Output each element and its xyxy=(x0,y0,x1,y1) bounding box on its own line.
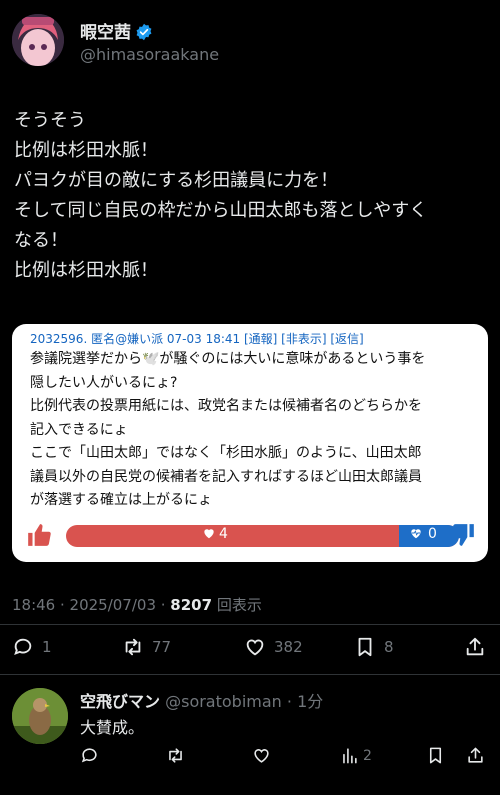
card-line: 記入できるにょ xyxy=(30,421,128,438)
card-dislike-count: 0 xyxy=(408,526,437,542)
bookmark-icon xyxy=(358,637,372,657)
reply-views-count: 2 xyxy=(363,747,372,764)
reply-views-button[interactable]: 2 xyxy=(340,746,372,765)
verified-badge-icon xyxy=(135,23,153,41)
bookmark-count: 8 xyxy=(384,638,394,656)
tweet-line: そして同じ自民の枠だから山田太郎も落としやすく xyxy=(14,200,428,221)
reply-share-button[interactable] xyxy=(466,746,493,765)
card-line: 参議院選挙だから🕊️が騒ぐのには大いに意味があるという事を xyxy=(30,351,426,367)
author-display-name[interactable]: 暇空茜 xyxy=(80,23,131,43)
card-line: ここで「山田太郎」ではなく「杉田水脈」のように、山田太郎 xyxy=(30,445,422,461)
divider xyxy=(0,674,500,675)
tweet-line: なる！ xyxy=(14,230,68,251)
card-like-count: 4 xyxy=(202,526,228,542)
card-post-meta: 2032596. 匿名@嫌い派 07-03 18:41 [通報] [非表示] [… xyxy=(30,332,364,346)
timestamp-time: 18:46 · 2025/07/03 · xyxy=(12,596,171,614)
views-count: 8207 xyxy=(170,596,213,614)
attached-image-card[interactable]: 2032596. 匿名@嫌い派 07-03 18:41 [通報] [非表示] [… xyxy=(12,324,488,562)
card-line: 議員以外の自民党の候補者を記入すればするほど山田太郎議員 xyxy=(30,468,422,485)
reply-text: 大賛成。 xyxy=(80,718,145,737)
reply-button[interactable]: 1 xyxy=(12,636,52,658)
card-like-value: 4 xyxy=(219,526,228,542)
reply-bookmark-button[interactable] xyxy=(426,746,453,765)
card-post-body: 参議院選挙だから🕊️が騒ぐのには大いに意味があるという事を 隠したい人がいるにょ… xyxy=(30,348,476,513)
tweet-timestamp: 18:46 · 2025/07/03 · 8207 回表示 xyxy=(12,594,262,615)
thumbs-up-icon xyxy=(26,522,52,548)
vote-ratio-bar xyxy=(66,525,459,547)
share-icon xyxy=(466,637,484,656)
reply-like-button[interactable] xyxy=(252,746,279,765)
reply-icon xyxy=(14,638,32,655)
reply-handle-time[interactable]: @soratobiman · 1分 xyxy=(160,692,323,711)
share-button[interactable] xyxy=(464,636,494,658)
reply-author[interactable]: 空飛びマン @soratobiman · 1分 xyxy=(80,688,323,712)
analytics-icon xyxy=(343,748,357,764)
tweet-line: 比例は杉田水脈！ xyxy=(14,260,158,281)
card-line: が落選する確立は上がるにょ xyxy=(30,492,212,508)
author-handle[interactable]: @himasoraakane xyxy=(80,45,219,64)
tweet-text: そうそう 比例は杉田水脈！ パヨクが目の敵にする杉田議員に力を！ そして同じ自民… xyxy=(14,106,494,286)
bookmark-button[interactable]: 8 xyxy=(354,636,394,658)
reply-reply-button[interactable] xyxy=(80,746,107,765)
reply-count: 1 xyxy=(42,638,52,656)
views-label: 回表示 xyxy=(212,596,262,614)
heart-icon xyxy=(254,749,269,763)
tweet-line: パヨクが目の敵にする杉田議員に力を！ xyxy=(14,170,339,191)
card-line: 隠したい人がいるにょ? xyxy=(30,374,178,391)
thumbs-down-icon xyxy=(450,522,476,548)
retweet-icon xyxy=(125,638,141,656)
tweet-line: そうそう xyxy=(14,110,86,131)
reply-retweet-button[interactable] xyxy=(166,746,193,765)
bookmark-icon xyxy=(429,747,442,764)
card-dislike-value: 0 xyxy=(428,526,437,542)
reply-icon xyxy=(81,748,97,763)
reply-author-avatar[interactable] xyxy=(12,688,68,744)
share-icon xyxy=(468,747,483,763)
reply-display-name[interactable]: 空飛びマン xyxy=(80,692,160,711)
heart-icon xyxy=(246,639,264,656)
card-line: 比例代表の投票用紙には、政党名または候補者名のどちらかを xyxy=(30,398,422,414)
like-button[interactable]: 382 xyxy=(244,636,303,658)
like-count: 382 xyxy=(274,638,303,656)
retweet-button[interactable]: 77 xyxy=(122,636,171,658)
divider xyxy=(0,624,500,625)
retweet-count: 77 xyxy=(152,638,172,656)
author-name[interactable]: 暇空茜 xyxy=(80,18,153,43)
tweet-line: 比例は杉田水脈！ xyxy=(14,140,158,161)
author-avatar[interactable] xyxy=(12,14,64,66)
retweet-icon xyxy=(169,748,182,763)
